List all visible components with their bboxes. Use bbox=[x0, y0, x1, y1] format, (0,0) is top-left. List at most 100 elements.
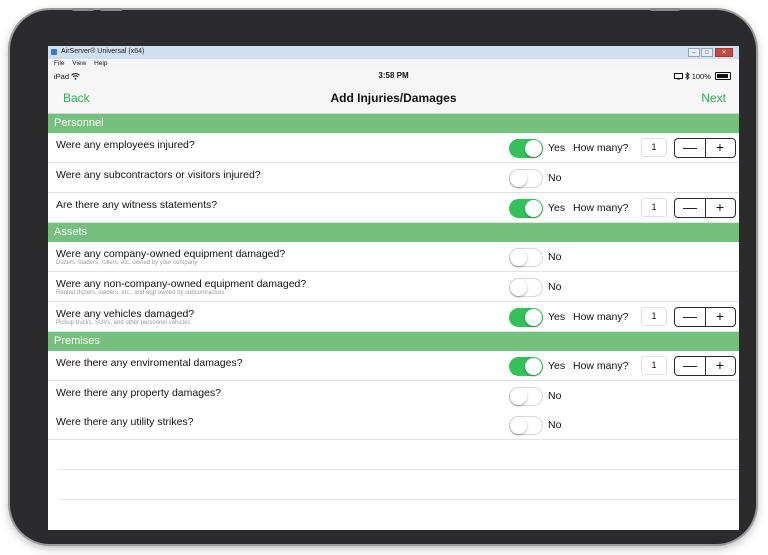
question-row-utility-strikes: Were there any utility strikes? No bbox=[48, 410, 739, 440]
toggle-state-label: No bbox=[548, 251, 562, 263]
section-header-personnel: Personnel bbox=[48, 114, 739, 133]
how-many-label: How many? bbox=[573, 311, 629, 323]
minimize-button[interactable]: – bbox=[688, 48, 700, 57]
question-row-subcontractors-injured: Were any subcontractors or visitors inju… bbox=[48, 163, 739, 193]
empty-row-divider bbox=[58, 469, 739, 470]
close-window-button[interactable]: ✕ bbox=[715, 48, 733, 57]
bluetooth-icon bbox=[684, 71, 692, 81]
toggle-knob bbox=[510, 388, 527, 405]
toggle-state-label: Yes bbox=[548, 142, 566, 154]
question-label: Were there any utility strikes? bbox=[56, 416, 194, 428]
toggle-state-label: Yes bbox=[548, 311, 566, 323]
question-row-vehicles-damaged: Were any vehicles damaged? Pickup trucks… bbox=[48, 302, 739, 332]
increment-button[interactable]: + bbox=[705, 139, 735, 157]
question-label: Were any company-owned equipment damaged… bbox=[56, 248, 286, 260]
screen-mirror-icon bbox=[673, 72, 685, 81]
vehicles-damaged-toggle[interactable] bbox=[509, 308, 543, 327]
question-row-witness-statements: Are there any witness statements? Yes Ho… bbox=[48, 193, 739, 223]
volume-button bbox=[100, 8, 122, 11]
empty-row-divider bbox=[58, 499, 739, 500]
count-stepper: — + bbox=[674, 198, 736, 218]
property-damages-toggle[interactable] bbox=[509, 387, 543, 406]
window-title-bar: AirServer® Universal (x64) – □ ✕ bbox=[48, 46, 739, 59]
status-right: 100% bbox=[673, 71, 731, 81]
question-subtitle: Rented dozers, loaders, etc., and eqp ow… bbox=[56, 290, 225, 296]
battery-percent: 100% bbox=[691, 72, 711, 81]
question-row-property-damages: Were there any property damages? No bbox=[48, 381, 739, 411]
how-many-label: How many? bbox=[573, 202, 629, 214]
ipad-device: AirServer® Universal (x64) – □ ✕ File Vi… bbox=[10, 8, 756, 544]
decrement-button[interactable]: — bbox=[675, 139, 706, 157]
page-title: Add Injuries/Damages bbox=[330, 91, 457, 105]
question-subtitle: Dozers, loaders, rollers, etc. owned by … bbox=[56, 260, 198, 266]
decrement-button[interactable]: — bbox=[675, 199, 706, 217]
window-title: AirServer® Universal (x64) bbox=[61, 48, 145, 55]
toggle-state-label: No bbox=[548, 172, 562, 184]
maximize-button[interactable]: □ bbox=[701, 48, 713, 57]
power-button bbox=[650, 8, 680, 11]
question-label: Were any subcontractors or visitors inju… bbox=[56, 169, 261, 181]
toggle-state-label: Yes bbox=[548, 202, 566, 214]
question-label: Are there any witness statements? bbox=[56, 199, 218, 211]
how-many-label: How many? bbox=[573, 142, 629, 154]
question-subtitle: Pickup trucks, SUVs, and other personnel… bbox=[56, 320, 191, 326]
subcontractors-injured-toggle[interactable] bbox=[509, 169, 543, 188]
count-stepper: — + bbox=[674, 307, 736, 327]
section-title: Premises bbox=[54, 335, 100, 347]
status-time: 3:58 PM bbox=[378, 71, 409, 80]
toggle-state-label: No bbox=[548, 419, 562, 431]
section-header-premises: Premises bbox=[48, 332, 739, 351]
count-field[interactable]: 1 bbox=[641, 198, 667, 217]
menu-view[interactable]: View bbox=[72, 59, 86, 69]
menu-help[interactable]: Help bbox=[94, 59, 107, 69]
toggle-state-label: No bbox=[548, 390, 562, 402]
company-equipment-toggle[interactable] bbox=[509, 248, 543, 267]
battery-icon bbox=[715, 72, 731, 80]
count-stepper: — + bbox=[674, 356, 736, 376]
count-stepper: — + bbox=[674, 138, 736, 158]
witness-statements-toggle[interactable] bbox=[509, 199, 543, 218]
question-label: Were any non-company-owned equipment dam… bbox=[56, 278, 307, 290]
airserver-app-icon bbox=[51, 49, 57, 55]
toggle-state-label: No bbox=[548, 281, 562, 293]
menu-file[interactable]: File bbox=[54, 59, 64, 69]
navigation-bar: Back Add Injuries/Damages Next bbox=[48, 83, 739, 114]
increment-button[interactable]: + bbox=[705, 199, 735, 217]
question-row-company-equipment: Were any company-owned equipment damaged… bbox=[48, 242, 739, 272]
question-row-environmental-damages: Were there any enviromental damages? Yes… bbox=[48, 351, 739, 381]
toggle-knob bbox=[525, 309, 542, 326]
employees-injured-toggle[interactable] bbox=[509, 139, 543, 158]
decrement-button[interactable]: — bbox=[675, 357, 706, 375]
increment-button[interactable]: + bbox=[705, 308, 735, 326]
non-company-equipment-toggle[interactable] bbox=[509, 278, 543, 297]
question-label: Were there any property damages? bbox=[56, 387, 221, 399]
question-label: Were any vehicles damaged? bbox=[56, 308, 195, 320]
decrement-button[interactable]: — bbox=[675, 308, 706, 326]
next-button[interactable]: Next bbox=[701, 91, 726, 105]
how-many-label: How many? bbox=[573, 360, 629, 372]
count-field[interactable]: 1 bbox=[641, 356, 667, 375]
section-title: Assets bbox=[54, 226, 88, 238]
volume-button bbox=[72, 8, 94, 11]
question-label: Were there any enviromental damages? bbox=[56, 357, 243, 369]
toggle-knob bbox=[510, 279, 527, 296]
environmental-damages-toggle[interactable] bbox=[509, 357, 543, 376]
toggle-knob bbox=[510, 417, 527, 434]
section-header-assets: Assets bbox=[48, 223, 739, 242]
toggle-knob bbox=[525, 140, 542, 157]
toggle-state-label: Yes bbox=[548, 360, 566, 372]
count-field[interactable]: 1 bbox=[641, 307, 667, 326]
utility-strikes-toggle[interactable] bbox=[509, 416, 543, 435]
section-title: Personnel bbox=[54, 117, 104, 129]
window-menu-bar: File View Help bbox=[48, 59, 739, 69]
increment-button[interactable]: + bbox=[705, 357, 735, 375]
screen: AirServer® Universal (x64) – □ ✕ File Vi… bbox=[48, 46, 739, 530]
toggle-knob bbox=[525, 358, 542, 375]
count-field[interactable]: 1 bbox=[641, 138, 667, 157]
toggle-knob bbox=[510, 249, 527, 266]
question-row-employees-injured: Were any employees injured? Yes How many… bbox=[48, 133, 739, 163]
question-row-non-company-equipment: Were any non-company-owned equipment dam… bbox=[48, 272, 739, 302]
toggle-knob bbox=[525, 200, 542, 217]
question-label: Were any employees injured? bbox=[56, 139, 195, 151]
toggle-knob bbox=[510, 170, 527, 187]
